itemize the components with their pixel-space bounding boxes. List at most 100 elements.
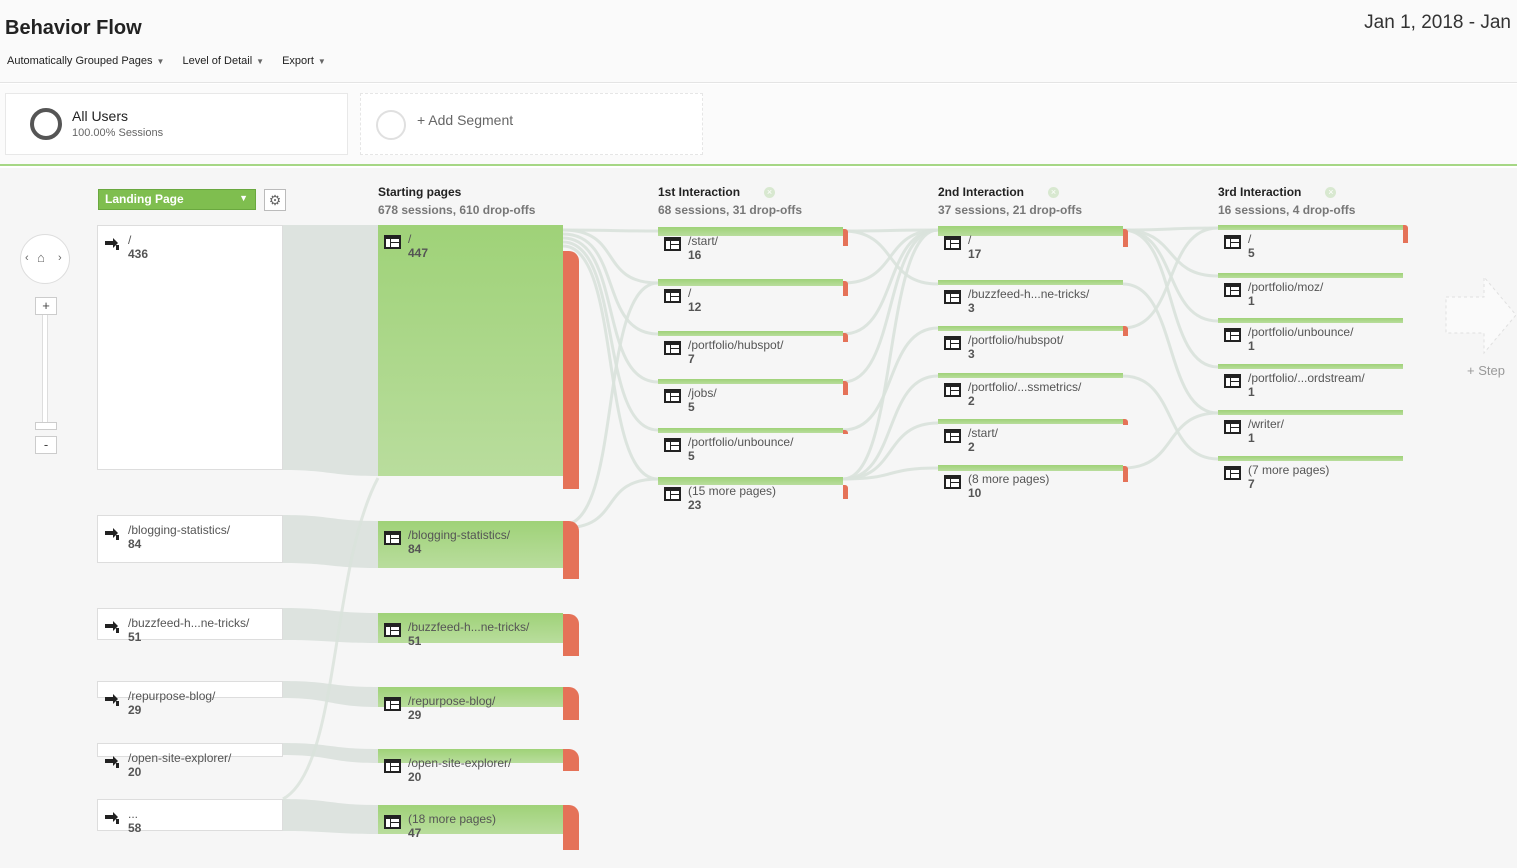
export-menu[interactable]: Export ▼ xyxy=(282,55,326,67)
starting-node[interactable]: /447 xyxy=(378,225,563,476)
drop-off-bar[interactable] xyxy=(843,333,848,342)
drop-off-bar[interactable] xyxy=(563,251,579,489)
page-icon xyxy=(1224,420,1241,434)
page-volume-bar xyxy=(1218,410,1403,415)
first-node[interactable]: (15 more pages) 23 xyxy=(658,477,843,512)
drop-off-bar[interactable] xyxy=(563,687,579,720)
remove-step-icon[interactable]: × xyxy=(1048,187,1060,198)
landing-node[interactable]: /buzzfeed-h...ne-tricks/51 xyxy=(97,608,283,644)
starting-node[interactable]: /blogging-statistics/84 xyxy=(378,521,563,568)
node-count: 29 xyxy=(128,703,142,717)
date-range-picker[interactable]: Jan 1, 2018 - Jan xyxy=(1364,12,1511,34)
chevron-down-icon: ▼ xyxy=(239,193,248,203)
pan-right-icon[interactable]: › xyxy=(58,252,62,264)
column-header-1st-interaction: 1st Interaction × 68 sessions, 31 drop-of… xyxy=(658,185,802,217)
pan-left-icon[interactable]: ‹ xyxy=(25,252,29,264)
dimension-dropdown[interactable]: Landing Page ▼ xyxy=(98,189,256,210)
page-icon xyxy=(664,289,681,303)
drop-off-bar[interactable] xyxy=(563,614,579,656)
node-count: 20 xyxy=(408,770,422,784)
node-count: 1 xyxy=(1248,294,1255,308)
zoom-out-button[interactable]: - xyxy=(35,436,57,454)
flow-band[interactable] xyxy=(283,608,378,643)
drop-off-bar[interactable] xyxy=(1403,225,1408,243)
remove-step-icon[interactable]: × xyxy=(1325,187,1337,198)
node-count: 5 xyxy=(688,449,695,463)
level-of-detail-menu[interactable]: Level of Detail ▼ xyxy=(182,55,264,67)
first-node[interactable]: /start/16 xyxy=(658,227,843,262)
page-icon xyxy=(1224,328,1241,342)
landing-node[interactable]: /436 xyxy=(97,225,283,470)
segment-all-users[interactable]: All Users 100.00% Sessions xyxy=(5,93,348,155)
column-sub: 678 sessions, 610 drop-offs xyxy=(378,203,536,217)
zoom-slider[interactable] xyxy=(42,304,48,428)
flow-link[interactable] xyxy=(1122,228,1219,278)
flow-band[interactable] xyxy=(283,225,378,476)
node-label: /buzzfeed-h...ne-tricks/ xyxy=(968,287,1090,301)
add-step-label[interactable]: + Step xyxy=(1467,363,1505,378)
second-node[interactable]: /portfolio/hubspot/3 xyxy=(938,326,1123,361)
third-node[interactable]: /portfolio/moz/1 xyxy=(1218,273,1403,308)
gear-icon[interactable]: ⚙ xyxy=(264,189,286,211)
starting-node[interactable]: /repurpose-blog/29 xyxy=(378,687,563,722)
zoom-slider-thumb[interactable] xyxy=(35,422,57,430)
drop-off-bar[interactable] xyxy=(843,430,848,434)
add-segment-button[interactable]: + Add Segment xyxy=(360,93,703,155)
second-node[interactable]: /portfolio/...ssmetrics/2 xyxy=(938,373,1123,408)
starting-node[interactable]: /open-site-explorer/20 xyxy=(378,749,563,784)
second-node[interactable]: /17 xyxy=(938,226,1123,261)
drop-off-bar[interactable] xyxy=(563,749,579,771)
third-node[interactable]: /portfolio/unbounce/1 xyxy=(1218,318,1403,353)
drop-off-bar[interactable] xyxy=(563,521,579,579)
landing-node[interactable]: /blogging-statistics/84 xyxy=(97,515,283,563)
column-title: Starting pages xyxy=(378,185,462,199)
third-node[interactable]: /5 xyxy=(1218,225,1403,260)
landing-node[interactable]: ... 58 xyxy=(97,799,283,835)
third-node[interactable]: /portfolio/...ordstream/1 xyxy=(1218,364,1403,399)
drop-off-bar[interactable] xyxy=(1123,326,1128,336)
first-node[interactable]: /portfolio/unbounce/5 xyxy=(658,428,843,463)
drop-off-bar[interactable] xyxy=(1123,419,1128,425)
first-node[interactable]: /portfolio/hubspot/7 xyxy=(658,331,843,366)
page-volume-bar xyxy=(658,379,843,384)
first-node[interactable]: /12 xyxy=(658,279,843,314)
drop-off-bar[interactable] xyxy=(843,485,848,499)
third-node[interactable]: /writer/1 xyxy=(1218,410,1403,445)
drop-off-bar[interactable] xyxy=(843,381,848,395)
node-label: / xyxy=(1248,232,1252,246)
column-header-2nd-interaction: 2nd Interaction × 37 sessions, 21 drop-of… xyxy=(938,185,1082,217)
segment-sessions: 100.00% Sessions xyxy=(72,127,164,139)
flow-band[interactable] xyxy=(283,743,378,763)
flow-band[interactable] xyxy=(283,515,378,568)
flow-link[interactable] xyxy=(1122,411,1219,470)
first-node[interactable]: /jobs/5 xyxy=(658,379,843,414)
add-step-arrow-icon[interactable] xyxy=(1444,275,1517,355)
home-icon[interactable]: ⌂ xyxy=(37,250,45,265)
drop-off-bar[interactable] xyxy=(563,805,579,850)
node-label: / xyxy=(408,232,412,246)
grouped-pages-menu[interactable]: Automatically Grouped Pages ▼ xyxy=(7,55,164,67)
starting-node[interactable]: (18 more pages) 47 xyxy=(378,805,563,840)
flow-link[interactable] xyxy=(842,228,939,481)
second-node[interactable]: /start/2 xyxy=(938,419,1123,454)
flow-band[interactable] xyxy=(283,799,378,834)
drop-off-bar[interactable] xyxy=(843,281,848,296)
starting-node[interactable]: /buzzfeed-h...ne-tricks/51 xyxy=(378,613,563,648)
node-label: (8 more pages) xyxy=(968,472,1050,486)
zoom-in-button[interactable]: + xyxy=(35,297,57,315)
remove-step-icon[interactable]: × xyxy=(764,187,776,198)
second-node[interactable]: (8 more pages) 10 xyxy=(938,465,1123,500)
drop-off-bar[interactable] xyxy=(1123,229,1128,247)
node-label: (18 more pages) xyxy=(408,812,497,826)
page-icon xyxy=(384,531,401,545)
node-label: (15 more pages) xyxy=(688,484,777,498)
drop-off-bar[interactable] xyxy=(1123,466,1128,482)
drop-off-bar[interactable] xyxy=(843,229,848,246)
second-node[interactable]: /buzzfeed-h...ne-tricks/3 xyxy=(938,280,1123,315)
third-node[interactable]: (7 more pages) 7 xyxy=(1218,456,1403,491)
flow-link[interactable] xyxy=(1122,226,1219,330)
landing-node[interactable]: /open-site-explorer/20 xyxy=(97,743,283,779)
page-volume-bar xyxy=(1218,364,1403,369)
landing-node[interactable]: /repurpose-blog/29 xyxy=(97,681,283,717)
flow-link[interactable] xyxy=(1122,374,1219,461)
